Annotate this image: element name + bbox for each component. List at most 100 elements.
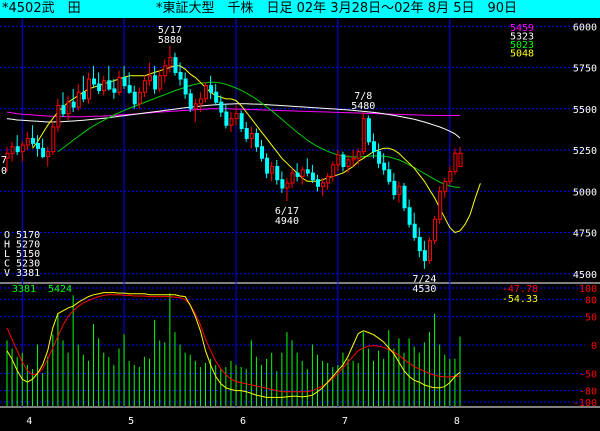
candle-down — [153, 75, 158, 90]
candle-down — [183, 78, 188, 95]
candle-down — [377, 151, 382, 164]
candle-down — [173, 57, 178, 73]
candle-up — [443, 180, 448, 192]
month-label: 7 — [342, 416, 348, 427]
candle-down — [178, 71, 183, 80]
partial-annotation: 0 — [1, 166, 7, 177]
candle-up — [10, 146, 15, 154]
candle-up — [137, 91, 142, 105]
candle-up — [168, 57, 173, 67]
candle-down — [224, 111, 229, 126]
candle-up — [433, 218, 438, 242]
candle-down — [254, 133, 259, 148]
candle-down — [280, 179, 285, 189]
candle-up — [117, 76, 122, 93]
candle-down — [402, 185, 407, 209]
candle-up — [361, 118, 366, 153]
oscillator-slow-line — [6, 294, 461, 393]
candle-up — [285, 182, 290, 189]
candle-down — [295, 172, 300, 177]
candle-up — [397, 185, 402, 196]
candle-down — [275, 166, 280, 181]
candle-down — [305, 169, 310, 174]
candle-up — [193, 103, 198, 110]
candle-down — [244, 128, 249, 139]
candle-up — [148, 75, 153, 82]
ma-legend-value: 5048 — [510, 49, 534, 60]
candle-down — [422, 250, 427, 262]
candle-down — [265, 157, 270, 174]
candle-down — [122, 76, 127, 87]
candle-up — [458, 152, 463, 168]
partial-annotation: 7 — [1, 155, 7, 166]
grid-lines — [0, 18, 600, 408]
candle-up — [198, 98, 203, 105]
oscillator-tick-label: 50 — [585, 313, 597, 324]
candle-up — [351, 157, 356, 161]
volume-value: 3381 — [12, 284, 36, 295]
candle-up — [270, 166, 275, 174]
candle-down — [132, 91, 137, 105]
oscillator-tick-label: -80 — [579, 387, 597, 398]
candle-up — [448, 170, 453, 182]
candle-down — [239, 113, 244, 130]
oscillator-tick-label: 0 — [591, 341, 597, 352]
candle-down — [30, 137, 35, 144]
candle-up — [290, 172, 295, 184]
chart-canvas: 600057505500525050004750450010080500-50-… — [0, 18, 600, 427]
candle-up — [331, 164, 336, 177]
moving-average-line — [57, 81, 461, 188]
candle-up — [76, 91, 81, 108]
price-tick-label: 6000 — [573, 22, 597, 33]
candle-down — [81, 91, 86, 100]
candle-down — [392, 180, 397, 196]
month-label: 8 — [454, 416, 460, 427]
candle-down — [214, 91, 219, 103]
candle-down — [41, 147, 46, 158]
ohlc-volume: V 3381 — [4, 268, 40, 279]
candle-up — [46, 151, 51, 158]
oscillator-tick-label: 100 — [579, 284, 597, 295]
candle-down — [260, 146, 264, 159]
candle-up — [20, 144, 25, 153]
candle-up — [321, 182, 326, 187]
candle-up — [249, 133, 254, 139]
candle-up — [158, 75, 163, 90]
candle-down — [15, 146, 20, 153]
candle-down — [127, 85, 132, 93]
candle-up — [142, 80, 147, 93]
candle-up — [56, 104, 61, 128]
candle-down — [97, 83, 102, 92]
candle-up — [163, 65, 168, 77]
month-label: 6 — [240, 416, 246, 427]
price-tick-label: 5000 — [573, 187, 597, 198]
candle-up — [229, 118, 234, 126]
candle-up — [356, 151, 361, 159]
candle-down — [371, 141, 376, 153]
price-tick-label: 4750 — [573, 229, 597, 240]
candle-down — [387, 169, 392, 182]
candle-up — [102, 80, 107, 92]
candle-up — [51, 126, 56, 153]
candle-down — [107, 80, 112, 90]
month-label: 4 — [26, 416, 32, 427]
candle-down — [36, 142, 41, 149]
stock-chart-window: *4502武 田 *東証大型 千株 日足 02年 3月28日〜02年 8月 5日… — [0, 0, 600, 431]
candle-up — [326, 175, 331, 184]
candle-down — [112, 88, 117, 93]
candle-down — [310, 172, 315, 181]
candle-down — [417, 236, 422, 252]
candle-down — [71, 101, 76, 108]
candle-up — [453, 152, 458, 172]
peak-price-label: 5480 — [351, 101, 375, 112]
volume-bars — [6, 293, 461, 406]
candle-down — [61, 104, 66, 115]
price-tick-label: 5500 — [573, 105, 597, 116]
candle-up — [86, 78, 91, 100]
candle-up — [427, 240, 432, 262]
candle-up — [438, 190, 443, 220]
candle-up — [66, 101, 71, 115]
candle-down — [382, 162, 387, 171]
trough-price-label: 4940 — [275, 216, 299, 227]
candle-up — [300, 169, 305, 177]
